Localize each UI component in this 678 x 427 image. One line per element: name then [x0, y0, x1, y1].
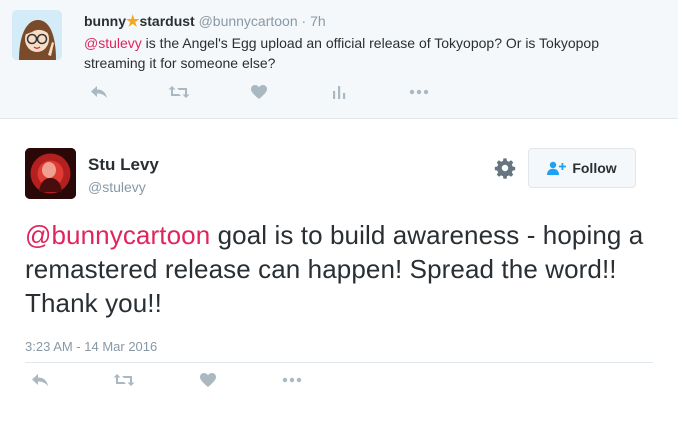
profile-photo-icon	[25, 148, 76, 199]
retweet-button[interactable]	[164, 82, 194, 102]
reply-button[interactable]	[25, 370, 55, 390]
analytics-button[interactable]	[324, 82, 354, 102]
gear-icon	[494, 158, 516, 179]
parent-mention-link[interactable]: @stulevy	[84, 35, 142, 51]
retweet-icon	[168, 86, 190, 98]
analytics-icon	[333, 86, 346, 99]
follow-user-icon	[547, 161, 567, 175]
reply-button[interactable]	[84, 82, 114, 102]
parent-author-name[interactable]: bunny★stardust	[84, 13, 199, 30]
divider	[25, 362, 653, 363]
more-icon	[282, 377, 302, 383]
parent-tweet-actions	[84, 82, 484, 102]
follow-button[interactable]: Follow	[528, 148, 636, 188]
main-tweet-actions	[25, 370, 361, 390]
main-mention-link[interactable]: @bunnycartoon	[25, 220, 210, 250]
parent-author-handle[interactable]: @bunnycartoon	[199, 13, 298, 29]
main-timestamp[interactable]: 3:23 AM - 14 Mar 2016	[25, 339, 157, 354]
star-icon: ★	[126, 13, 140, 30]
parent-separator: ·	[301, 13, 307, 29]
parent-tweet-body: is the Angel's Egg upload an official re…	[84, 35, 599, 71]
more-icon	[409, 89, 429, 95]
main-author-name[interactable]: Stu Levy	[88, 155, 159, 175]
like-button[interactable]	[244, 82, 274, 102]
retweet-icon	[113, 374, 135, 386]
retweet-button[interactable]	[109, 370, 139, 390]
like-button[interactable]	[193, 370, 223, 390]
reply-icon	[32, 374, 48, 386]
main-tweet-text: @bunnycartoon goal is to build awareness…	[25, 218, 645, 320]
parent-tweet-text: @stulevy is the Angel's Egg upload an of…	[84, 33, 644, 73]
stu-levy-avatar[interactable]	[25, 148, 76, 199]
parent-name-part2: stardust	[139, 13, 195, 29]
like-icon	[200, 373, 216, 387]
parent-timestamp[interactable]: 7h	[310, 13, 326, 29]
more-button[interactable]	[404, 82, 434, 102]
main-author-handle[interactable]: @stulevy	[88, 179, 146, 195]
bunny-avatar[interactable]	[12, 10, 62, 60]
parent-name-part1: bunny	[84, 13, 126, 29]
follow-label: Follow	[572, 160, 617, 176]
cartoon-girl-avatar-icon	[12, 10, 62, 60]
reply-icon	[91, 86, 107, 98]
user-actions-button[interactable]	[494, 157, 516, 179]
like-icon	[251, 85, 267, 99]
more-button[interactable]	[277, 370, 307, 390]
parent-tweet-header: bunny★stardust @bunnycartoon · 7h	[84, 12, 326, 30]
parent-tweet[interactable]: bunny★stardust @bunnycartoon · 7h @stule…	[0, 0, 678, 119]
